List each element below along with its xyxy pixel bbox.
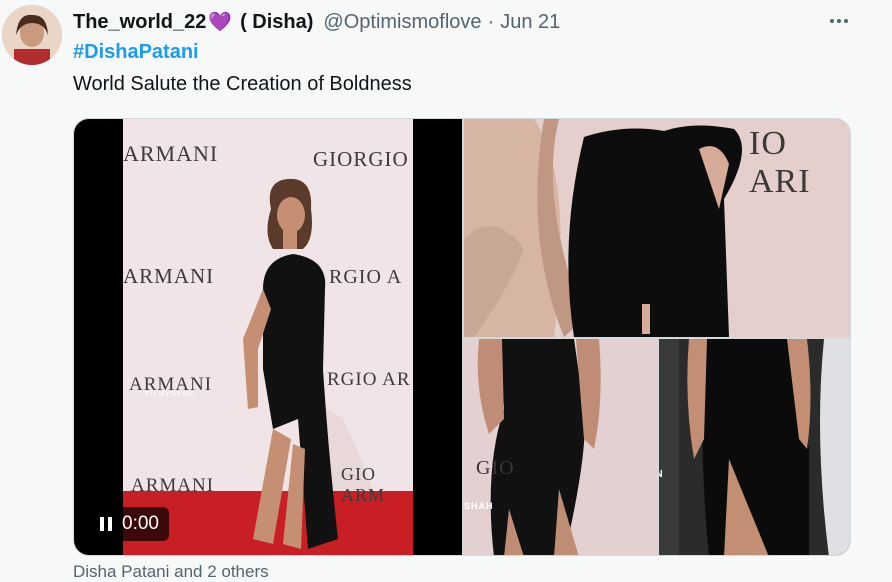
avatar[interactable] [2,5,62,65]
backdrop-text: ARMANI [123,264,215,288]
pause-icon [100,517,112,531]
video-frame: ARMANI GIORGIO ARMANI RGIO A ARMANI RGIO… [123,119,413,555]
photo-1[interactable]: IO ARI [464,119,850,337]
user-handle[interactable]: @Optimismoflove [323,11,481,34]
photo-3[interactable]: YOGEN SHAH [659,339,850,555]
more-options-icon[interactable] [824,8,854,34]
backdrop-text: GIORGIO [313,147,409,171]
video-time: 0:00 [122,513,159,534]
backdrop-text: GIO ARM [341,464,386,505]
video-watermark: FILMYGYAN [145,391,194,398]
hashtag-link[interactable]: #DishaPatani [73,41,199,64]
tagged-people[interactable]: Disha Patani and 2 others [73,562,269,582]
photo-2[interactable]: GIO SHAH [464,339,657,555]
tweet-date[interactable]: Jun 21 [500,11,560,34]
display-name[interactable]: The_world_22 [73,11,206,34]
nickname[interactable]: ( Disha) [240,11,313,34]
backdrop-text: IO ARI [749,125,811,200]
media-grid: ARMANI GIORGIO ARMANI RGIO A ARMANI RGIO… [73,118,851,556]
backdrop-text: RGIO AR [327,369,411,390]
backdrop-text: RGIO A [329,266,403,288]
backdrop-text: GIO [476,457,515,479]
backdrop-text: ARMANI [123,141,219,166]
tweet-header: The_world_22 💜 ( Disha) @Optimismoflove … [73,8,892,36]
tweet-text: World Salute the Creation of Boldness [73,73,412,95]
pause-button[interactable]: 0:00 [90,507,169,541]
video-player[interactable]: ARMANI GIORGIO ARMANI RGIO A ARMANI RGIO… [74,119,462,555]
photo-watermark: YOGEN SHAH [659,469,673,491]
photo-watermark: SHAH [464,501,494,511]
heart-emoji: 💜 [208,12,233,33]
backdrop-text: ARMANI [131,475,215,496]
separator-dot: · [487,10,495,33]
